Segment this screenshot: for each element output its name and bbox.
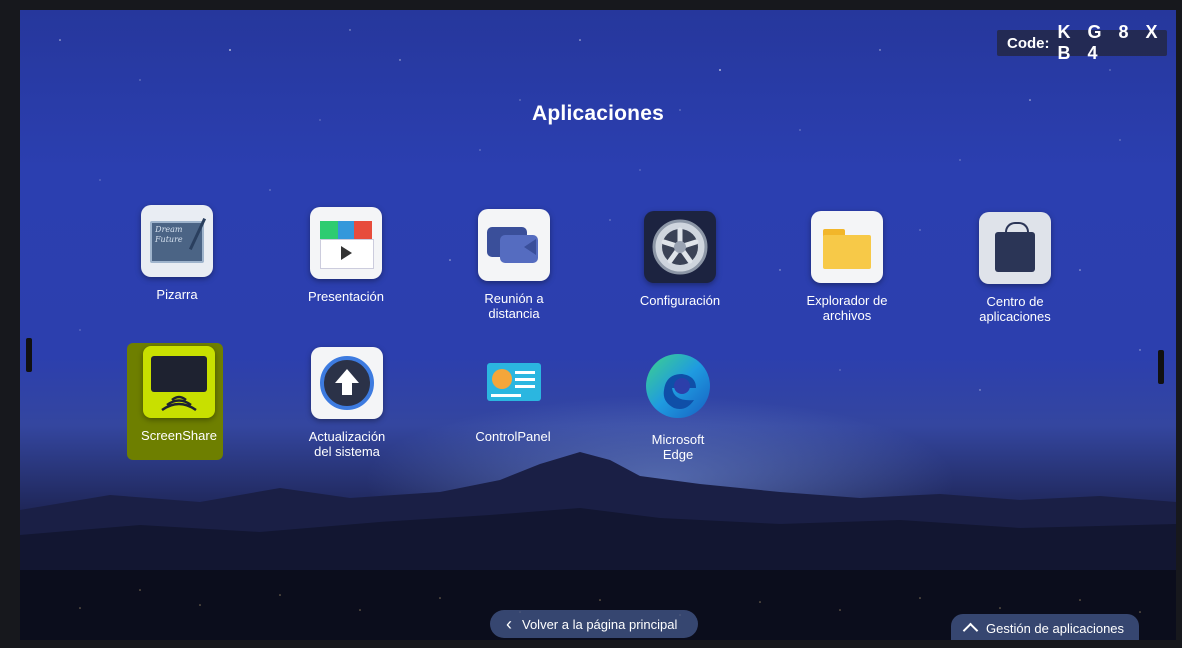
app-label-line2: del sistema <box>314 444 380 459</box>
app-label: Configuración <box>639 293 721 308</box>
whiteboard-icon: Dream Future <box>141 205 213 277</box>
code-label: Code: <box>1007 34 1050 52</box>
app-reunion-a-distancia[interactable]: Reunión a distancia <box>444 209 584 321</box>
app-configuracion[interactable]: Configuración <box>610 211 750 308</box>
whiteboard-art-line1: Dream <box>155 225 183 234</box>
app-label-line1: Actualización <box>308 429 386 444</box>
shopping-bag-icon <box>979 212 1051 284</box>
app-launcher-screen: Aplicaciones Code: K G 8 X B 4 Dream Fut… <box>20 10 1176 640</box>
app-label: Explorador de archivos <box>777 293 917 323</box>
app-label: Reunión a distancia <box>444 291 584 321</box>
app-label-line1: Reunión a <box>484 291 544 306</box>
video-meeting-icon <box>478 209 550 281</box>
app-label: ControlPanel <box>475 429 551 444</box>
app-pizarra[interactable]: Dream Future Pizarra <box>107 205 247 302</box>
app-label-line2: Edge <box>662 447 694 462</box>
app-microsoft-edge[interactable]: Microsoft Edge <box>608 350 748 462</box>
app-label: Pizarra <box>156 287 198 302</box>
connection-code-box: Code: K G 8 X B 4 <box>997 22 1167 63</box>
system-update-icon <box>311 347 383 419</box>
app-label: Presentación <box>308 289 384 304</box>
app-screenshare[interactable]: ScreenShare <box>109 346 249 443</box>
left-side-handle[interactable] <box>26 338 32 372</box>
app-label: Actualización del sistema <box>277 429 417 459</box>
app-label-line2: aplicaciones <box>979 309 1051 324</box>
app-label-line2: archivos <box>822 308 872 323</box>
edge-icon <box>642 350 714 422</box>
back-to-home-label: Volver a la página principal <box>522 616 678 632</box>
app-management-button[interactable]: Gestión de aplicaciones <box>951 614 1139 640</box>
app-label: Microsoft Edge <box>608 432 748 462</box>
app-explorador-de-archivos[interactable]: Explorador de archivos <box>777 211 917 323</box>
page-title: Aplicaciones <box>532 102 664 125</box>
app-label-line2: distancia <box>488 306 540 321</box>
chevron-left-icon: ‹ <box>506 614 512 634</box>
settings-wheel-icon <box>644 211 716 283</box>
whiteboard-art-line2: Future <box>155 235 183 244</box>
app-presentacion[interactable]: Presentación <box>276 207 416 304</box>
app-actualizacion-del-sistema[interactable]: Actualización del sistema <box>277 347 417 459</box>
folder-icon <box>811 211 883 283</box>
app-label: ScreenShare <box>141 428 217 443</box>
app-management-label: Gestión de aplicaciones <box>986 620 1125 636</box>
app-label-line1: Explorador de <box>806 293 888 308</box>
app-centro-de-aplicaciones[interactable]: Centro de aplicaciones <box>945 212 1085 324</box>
screenshare-icon <box>143 346 215 418</box>
code-value: K G 8 X B 4 <box>1057 22 1164 63</box>
right-side-handle[interactable] <box>1158 350 1164 384</box>
control-panel-icon <box>477 347 549 419</box>
app-label: Centro de aplicaciones <box>945 294 1085 324</box>
presentation-icon <box>310 207 382 279</box>
back-to-home-button[interactable]: ‹ Volver a la página principal <box>490 610 698 638</box>
app-label-line1: Centro de <box>986 294 1044 309</box>
chevron-up-icon <box>962 622 979 639</box>
app-controlpanel[interactable]: ControlPanel <box>443 347 583 444</box>
app-label-line1: Microsoft <box>651 432 705 447</box>
